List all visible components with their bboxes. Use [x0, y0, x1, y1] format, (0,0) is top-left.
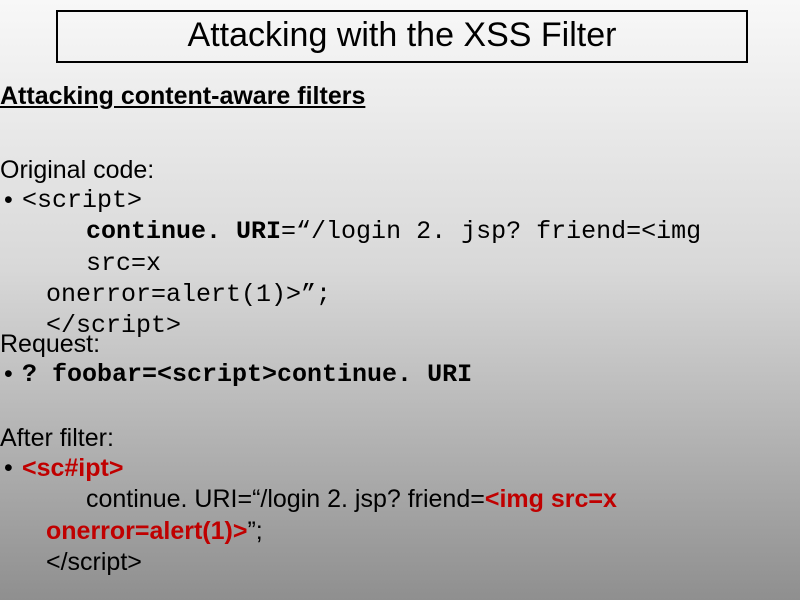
slide: Attacking with the XSS Filter Attacking …	[0, 0, 800, 600]
after-line2-red: <img src=x	[485, 485, 617, 513]
orig-line3: onerror=alert(1)>”;	[22, 279, 780, 310]
after-bullet: • <sc#ipt> continue. URI=“/login 2. jsp?…	[0, 453, 780, 578]
request-block: Request: • ? foobar=<script>continue. UR…	[0, 330, 780, 390]
request-bullet: • ? foobar=<script>continue. URI	[0, 359, 780, 390]
slide-title: Attacking with the XSS Filter	[188, 16, 617, 54]
original-code-block: Original code: • <script> continue. URI=…	[0, 156, 780, 341]
request-label: Request:	[0, 330, 780, 359]
title-box: Attacking with the XSS Filter	[56, 10, 748, 63]
original-body: <script> continue. URI=“/login 2. jsp? f…	[22, 185, 780, 341]
after-line4: </script>	[22, 547, 780, 578]
after-filter-block: After filter: • <sc#ipt> continue. URI=“…	[0, 424, 780, 578]
original-label: Original code:	[0, 156, 780, 185]
original-bullet: • <script> continue. URI=“/login 2. jsp?…	[0, 185, 780, 341]
after-line1: <sc#ipt>	[22, 454, 123, 482]
after-label: After filter:	[0, 424, 780, 453]
after-body: <sc#ipt> continue. URI=“/login 2. jsp? f…	[22, 453, 780, 578]
bullet-dot: •	[4, 359, 22, 389]
slide-subtitle: Attacking content-aware filters	[0, 82, 365, 111]
bullet-dot: •	[4, 453, 22, 483]
after-line2-pre: continue. URI=“/login 2. jsp? friend=	[86, 485, 485, 513]
request-body: ? foobar=<script>continue. URI	[22, 359, 780, 390]
after-line3-red: onerror=alert(1)>	[46, 517, 247, 545]
orig-line2-pre: continue. URI	[86, 217, 281, 246]
bullet-dot: •	[4, 185, 22, 215]
orig-line1: <script>	[22, 186, 142, 215]
after-line3-post: ”;	[247, 517, 262, 545]
